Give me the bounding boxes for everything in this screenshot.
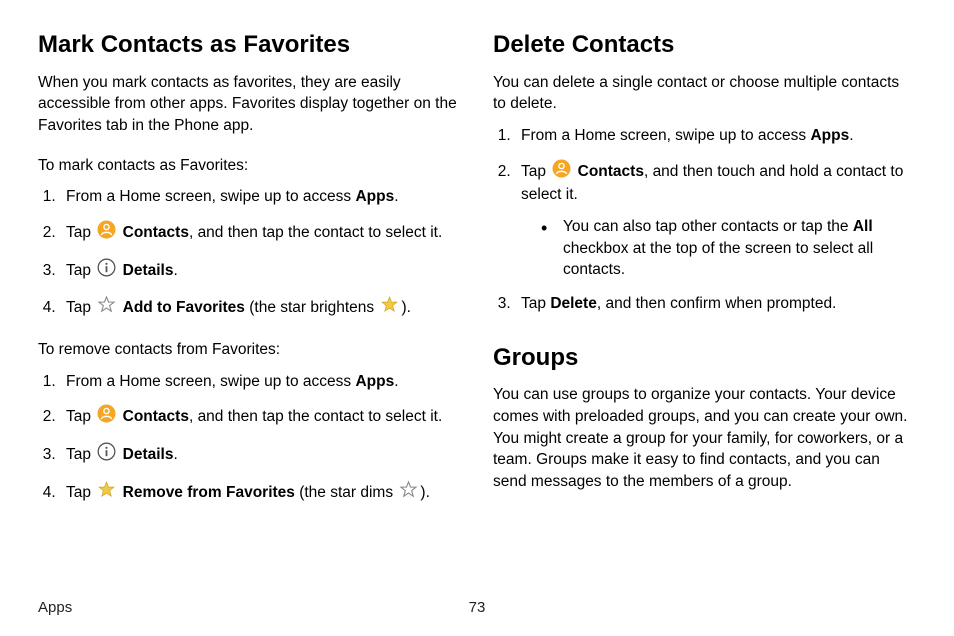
list-item: Tap Contacts, and then touch and hold a …	[515, 159, 916, 281]
step-text: Tap	[66, 408, 95, 425]
apps-label: Apps	[355, 373, 394, 390]
details-icon	[97, 258, 116, 284]
list-item: From a Home screen, swipe up to access A…	[515, 125, 916, 147]
list-item: Tap Contacts, and then tap the contact t…	[60, 404, 461, 430]
contacts-icon	[97, 220, 116, 246]
all-label: All	[853, 218, 873, 235]
mark-steps-list: From a Home screen, swipe up to access A…	[38, 186, 461, 321]
details-icon	[97, 442, 116, 468]
step-text: From a Home screen, swipe up to access	[521, 127, 810, 144]
contacts-icon	[552, 159, 571, 185]
list-item: Tap Details.	[60, 442, 461, 468]
list-item: From a Home screen, swipe up to access A…	[60, 186, 461, 208]
contacts-label: Contacts	[123, 408, 189, 425]
step-text: Tap	[66, 262, 95, 279]
step-text: (the star brightens	[245, 299, 379, 316]
step-text: Tap	[66, 484, 95, 501]
details-label: Details	[123, 446, 174, 463]
bullet-text: checkbox at the top of the screen to sel…	[563, 240, 873, 279]
sub-bullet-list: You can also tap other contacts or tap t…	[521, 216, 916, 281]
page-footer: Apps 73	[38, 597, 916, 618]
step-text: From a Home screen, swipe up to access	[66, 188, 355, 205]
left-column: Mark Contacts as Favorites When you mark…	[38, 28, 461, 518]
delete-label: Delete	[550, 295, 597, 312]
contacts-label: Contacts	[578, 163, 644, 180]
delete-contacts-intro: You can delete a single contact or choos…	[493, 72, 916, 115]
step-text: Tap	[521, 295, 550, 312]
bullet-text: You can also tap other contacts or tap t…	[563, 218, 853, 235]
list-item: From a Home screen, swipe up to access A…	[60, 371, 461, 393]
star-outline-icon	[399, 480, 418, 506]
step-text: (the star dims	[295, 484, 398, 501]
star-filled-icon	[97, 480, 116, 506]
step-text: , and then confirm when prompted.	[597, 295, 837, 312]
right-column: Delete Contacts You can delete a single …	[493, 28, 916, 518]
groups-intro: You can use groups to organize your cont…	[493, 384, 916, 492]
list-item: Tap Details.	[60, 258, 461, 284]
step-text: ).	[420, 484, 429, 501]
step-text: Tap	[521, 163, 550, 180]
step-text: Tap	[66, 446, 95, 463]
groups-heading: Groups	[493, 341, 916, 375]
add-favorites-label: Add to Favorites	[123, 299, 245, 316]
step-text: .	[394, 188, 398, 205]
apps-label: Apps	[810, 127, 849, 144]
list-item: Tap Add to Favorites (the star brightens…	[60, 295, 461, 321]
remove-subheading: To remove contacts from Favorites:	[38, 339, 461, 361]
list-item: Tap Contacts, and then tap the contact t…	[60, 220, 461, 246]
remove-favorites-label: Remove from Favorites	[123, 484, 295, 501]
step-text: .	[173, 446, 177, 463]
step-text: .	[173, 262, 177, 279]
star-filled-icon	[380, 295, 399, 321]
list-item: Tap Remove from Favorites (the star dims…	[60, 480, 461, 506]
step-text: From a Home screen, swipe up to access	[66, 373, 355, 390]
step-text: .	[394, 373, 398, 390]
details-label: Details	[123, 262, 174, 279]
apps-label: Apps	[355, 188, 394, 205]
delete-contacts-heading: Delete Contacts	[493, 28, 916, 62]
list-item: Tap Delete, and then confirm when prompt…	[515, 293, 916, 315]
step-text: , and then tap the contact to select it.	[189, 408, 442, 425]
contacts-icon	[97, 404, 116, 430]
step-text: Tap	[66, 299, 95, 316]
remove-steps-list: From a Home screen, swipe up to access A…	[38, 371, 461, 506]
step-text: Tap	[66, 224, 95, 241]
contacts-label: Contacts	[123, 224, 189, 241]
step-text: ).	[401, 299, 410, 316]
mark-favorites-intro: When you mark contacts as favorites, the…	[38, 72, 461, 137]
delete-steps-list: From a Home screen, swipe up to access A…	[493, 125, 916, 315]
step-text: , and then tap the contact to select it.	[189, 224, 442, 241]
list-item: You can also tap other contacts or tap t…	[549, 216, 916, 281]
star-outline-icon	[97, 295, 116, 321]
mark-subheading: To mark contacts as Favorites:	[38, 155, 461, 177]
page-number: 73	[38, 597, 916, 618]
step-text: .	[849, 127, 853, 144]
mark-favorites-heading: Mark Contacts as Favorites	[38, 28, 461, 62]
